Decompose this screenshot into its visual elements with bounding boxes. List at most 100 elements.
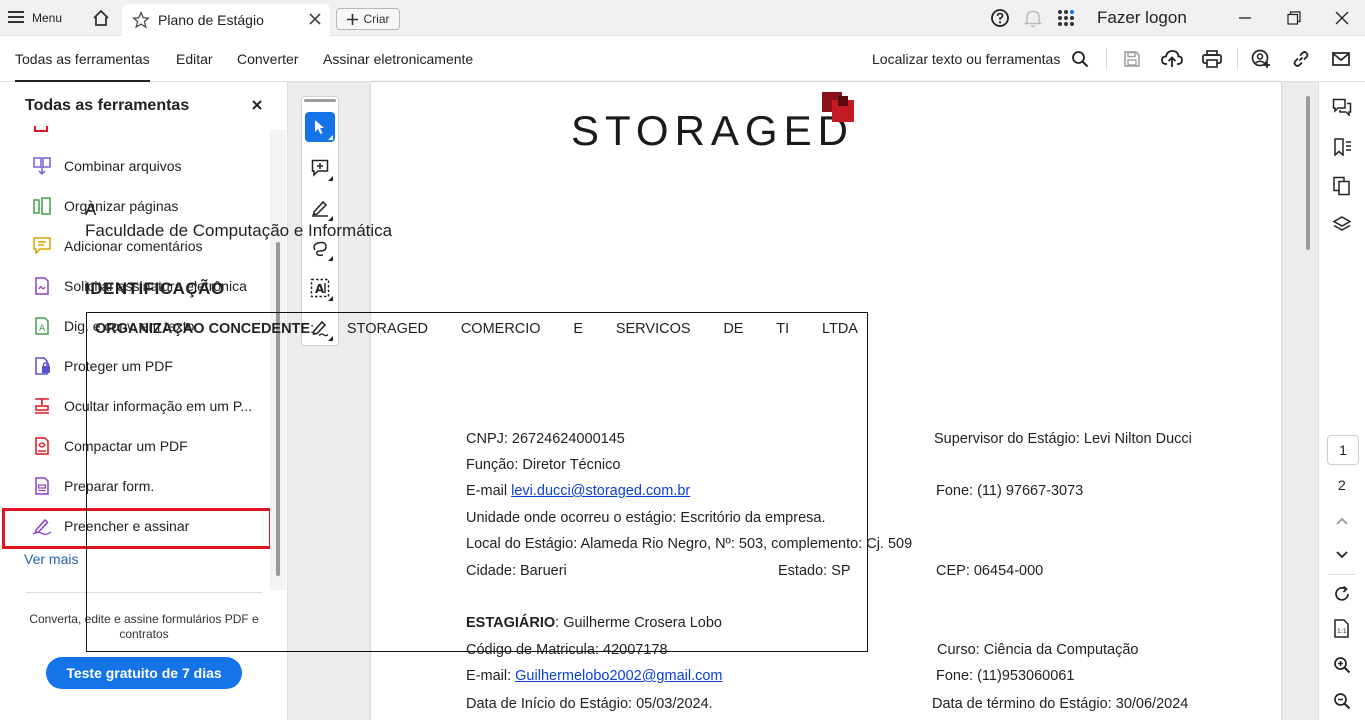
end-date-text: Data de término do Estágio: 30/06/2024 <box>932 696 1189 712</box>
org-word: E <box>573 321 584 337</box>
org-word: SERVICOS <box>615 321 691 337</box>
plus-icon <box>346 13 358 25</box>
email-label: E-mail: <box>466 668 516 684</box>
current-page-indicator[interactable]: 1 <box>1327 435 1359 465</box>
layers-icon[interactable] <box>1330 213 1354 237</box>
tool-combine-files[interactable]: Combinar arquivos <box>32 154 182 178</box>
minimize-icon[interactable] <box>1230 5 1260 31</box>
intern-email-link[interactable]: Guilhermelobo2002@gmail.com <box>515 668 722 684</box>
city-text: Cidade: Barueri <box>466 563 567 579</box>
protect-pdf-icon <box>32 356 52 376</box>
email-label: E-mail <box>466 483 512 499</box>
menu-button[interactable]: Menu <box>8 6 62 30</box>
hamburger-icon <box>8 10 24 26</box>
section-heading: IDENTIFICAÇÃO <box>85 279 225 298</box>
toolbar-grip[interactable] <box>304 99 336 102</box>
tab-edit[interactable]: Editar <box>176 51 213 67</box>
comment-plus-icon <box>311 159 329 177</box>
intern-name: : Guilherme Crosera Lobo <box>555 615 722 631</box>
address-recipient: À <box>85 200 97 219</box>
panel-title: Todas as ferramentas <box>25 97 190 114</box>
zoom-out-icon[interactable] <box>1330 689 1354 713</box>
text-box-icon: A <box>310 278 330 298</box>
org-email-link[interactable]: levi.ducci@storaged.com.br <box>511 483 690 499</box>
restore-icon[interactable] <box>1279 5 1309 31</box>
org-word: TI <box>776 321 790 337</box>
text-edit-tool[interactable]: A <box>305 273 335 303</box>
identification-table <box>86 312 868 652</box>
close-tab-icon[interactable] <box>308 12 322 26</box>
enrollment-text: Código de Matricula: 42007178 <box>466 642 668 658</box>
bookmarks-icon[interactable] <box>1330 135 1354 159</box>
chevron-up-icon[interactable] <box>1330 509 1354 533</box>
select-tool[interactable] <box>305 112 335 142</box>
tab-all-tools[interactable]: Todas as ferramentas <box>15 51 150 82</box>
role-text: Função: Diretor Técnico <box>466 457 621 473</box>
org-word: STORAGED <box>346 321 429 337</box>
tab-convert[interactable]: Converter <box>237 51 298 67</box>
highlight-tool[interactable] <box>305 193 335 223</box>
menu-label: Menu <box>32 11 63 25</box>
svg-text:1:1: 1:1 <box>1337 628 1347 635</box>
pen-icon <box>312 200 328 217</box>
chevron-down-icon[interactable] <box>1330 543 1354 567</box>
unit-text: Unidade onde ocorreu o estágio: Escritór… <box>466 510 826 526</box>
add-comment-tool[interactable] <box>305 153 335 183</box>
apps-grid-icon[interactable] <box>1055 7 1077 29</box>
document-scrollbar-thumb[interactable] <box>1306 96 1310 250</box>
upload-cloud-icon[interactable] <box>1161 48 1183 70</box>
print-icon[interactable] <box>1201 48 1223 70</box>
org-word: DE <box>723 321 744 337</box>
rotate-icon[interactable] <box>1330 582 1354 606</box>
page-thumbnails-icon[interactable] <box>1330 174 1354 198</box>
company-logo-text: STORAGED <box>571 107 854 154</box>
find-tools-label[interactable]: Localizar texto ou ferramentas <box>872 51 1060 67</box>
location-text: Local do Estágio: Alameda Rio Negro, Nº:… <box>466 536 913 552</box>
share-user-icon[interactable] <box>1250 48 1272 70</box>
close-panel-icon[interactable] <box>252 100 262 110</box>
rail-divider <box>1328 574 1356 575</box>
cursor-arrow-icon <box>315 120 324 134</box>
save-icon[interactable] <box>1121 48 1143 70</box>
state-text: Estado: SP <box>778 563 851 579</box>
search-icon[interactable] <box>1069 48 1091 70</box>
combine-files-icon <box>32 156 52 176</box>
help-icon[interactable] <box>989 7 1011 29</box>
document-tab[interactable]: Plano de Estágio <box>122 4 330 36</box>
zoom-in-icon[interactable] <box>1330 653 1354 677</box>
tab-e-sign[interactable]: Assinar eletronicamente <box>323 51 473 67</box>
start-date-text: Data de Início do Estágio: 05/03/2024. <box>466 696 713 712</box>
comments-panel-icon[interactable] <box>1330 96 1354 120</box>
zip-text: CEP: 06454-000 <box>936 563 1044 579</box>
free-trial-button[interactable]: Teste gratuito de 7 dias <box>46 657 242 689</box>
close-window-icon[interactable] <box>1327 5 1357 31</box>
intern-row: ESTAGIÁRIO: Guilherme Crosera Lobo <box>466 615 722 631</box>
page-fit-icon[interactable]: 1:1 <box>1330 617 1354 641</box>
sign-in-link[interactable]: Fazer logon <box>1097 8 1187 28</box>
prepare-form-icon <box>32 476 52 496</box>
intern-label: ESTAGIÁRIO <box>466 615 556 631</box>
svg-text:A: A <box>39 324 46 334</box>
cut-off-tool-icon <box>34 126 48 132</box>
link-icon[interactable] <box>1290 48 1312 70</box>
create-button[interactable]: Criar <box>336 8 400 30</box>
org-word: LTDA <box>821 321 858 337</box>
org-email-row: E-mail levi.ducci@storaged.com.br <box>466 483 690 499</box>
bell-icon[interactable] <box>1022 7 1044 29</box>
see-more-link[interactable]: Ver mais <box>24 551 78 567</box>
supervisor-text: Supervisor do Estágio: Levi Nilton Ducci <box>934 431 1192 447</box>
toolbar-divider <box>1106 48 1107 70</box>
email-icon[interactable] <box>1330 48 1352 70</box>
intern-phone-text: Fone: (11)953060061 <box>936 668 1075 684</box>
star-icon[interactable] <box>132 11 150 29</box>
tool-organize-pages[interactable]: Organizar páginas <box>32 194 178 218</box>
intern-email-row: E-mail: Guilhermelobo2002@gmail.com <box>466 668 723 684</box>
title-bar: Menu Plano de Estágio Criar Fazer logon <box>0 0 1365 36</box>
scan-ocr-icon: A <box>32 316 52 336</box>
home-button[interactable] <box>88 6 114 30</box>
address-faculty: Faculdade de Computação e Informática <box>85 221 393 240</box>
next-page-number[interactable]: 2 <box>1338 477 1346 493</box>
compress-pdf-icon <box>32 436 52 456</box>
add-comment-icon <box>32 236 52 256</box>
redact-icon <box>32 396 52 416</box>
